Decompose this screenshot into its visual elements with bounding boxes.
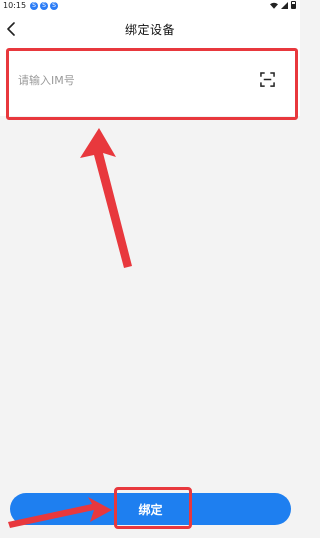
content-area <box>0 116 300 486</box>
signal-icon <box>281 1 288 9</box>
scan-icon[interactable] <box>260 72 275 87</box>
wifi-icon <box>270 2 278 9</box>
bind-button[interactable]: 绑定 <box>10 493 291 525</box>
app-notification-icon: S <box>30 2 38 10</box>
app-notification-icon: S <box>40 2 48 10</box>
im-number-input[interactable] <box>18 71 238 89</box>
status-time: 10:15 <box>3 1 27 10</box>
header-bar: 绑定设备 <box>0 12 300 46</box>
status-bar: 10:15 S S S <box>0 0 300 12</box>
battery-icon <box>291 1 296 9</box>
status-indicators <box>270 1 296 9</box>
app-notification-icon: S <box>50 2 58 10</box>
page-title: 绑定设备 <box>124 23 175 37</box>
im-input-panel <box>0 46 300 116</box>
